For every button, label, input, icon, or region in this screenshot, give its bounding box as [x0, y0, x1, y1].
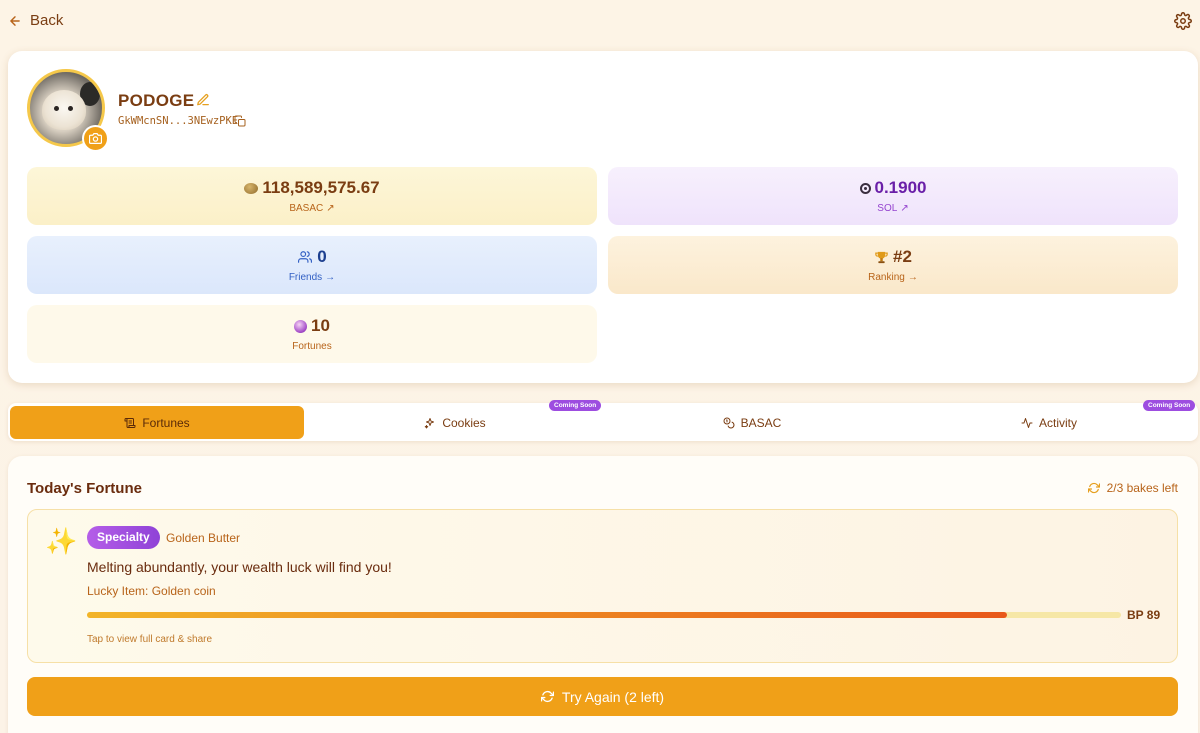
copy-icon[interactable] — [234, 115, 246, 127]
sparkles-icon — [425, 417, 435, 428]
avatar-container — [27, 69, 109, 152]
fortunes-value: 10 — [311, 316, 330, 335]
basac-value: 118,589,575.67 — [262, 178, 380, 197]
refresh-icon — [540, 690, 554, 703]
coming-soon-badge: Coming Soon — [1143, 400, 1196, 411]
section-title: Today's Fortune — [27, 480, 142, 497]
sol-value: 0.1900 — [874, 178, 927, 197]
gear-icon[interactable] — [1174, 12, 1192, 30]
tab-fortunes[interactable]: Fortunes — [10, 406, 304, 439]
fortune-card[interactable]: ✨ Specialty Golden Butter Melting abunda… — [27, 509, 1178, 663]
coins-icon — [723, 417, 735, 428]
friends-label: Friends — [288, 272, 323, 283]
ranking-label: Ranking — [868, 272, 905, 283]
top-bar: Back — [0, 0, 1200, 42]
tab-label: Fortunes — [142, 415, 190, 430]
friends-card[interactable]: 0 Friends → — [27, 236, 597, 294]
sparkle-icon: ✨ — [45, 526, 78, 556]
tab-bar: Fortunes Cookies BASAC Activity Coming S… — [8, 400, 1198, 441]
wallet-address: GkWMcnSN...3NEwzPKE — [118, 115, 239, 127]
bp-progress-fill — [87, 612, 1008, 618]
back-label: Back — [30, 12, 64, 29]
tab-basac[interactable]: BASAC — [605, 406, 899, 439]
fortunes-count-card: 10 Fortunes — [27, 305, 597, 363]
external-link-icon: ↗ — [326, 203, 335, 214]
sol-balance-card[interactable]: 0.1900 SOL ↗ — [608, 167, 1178, 225]
arrow-right-icon: → — [325, 272, 336, 283]
basac-label: BASAC — [289, 203, 324, 214]
arrow-right-icon: → — [907, 272, 918, 283]
rarity-badge: Specialty — [87, 526, 160, 549]
try-again-label: Try Again (2 left) — [561, 688, 665, 705]
basac-coin-icon — [244, 182, 259, 194]
bp-progress-bar — [87, 612, 1121, 618]
ranking-value: #2 — [893, 247, 912, 266]
users-icon — [298, 251, 313, 263]
username: PODOGE — [118, 91, 195, 110]
external-link-icon: ↗ — [900, 203, 909, 214]
fortune-section: Today's Fortune 2/3 bakes left ✨ Special… — [8, 456, 1198, 733]
crystal-ball-icon — [294, 319, 308, 333]
sol-coin-icon — [859, 182, 871, 194]
activity-icon — [1021, 417, 1033, 428]
tab-label: BASAC — [740, 415, 782, 430]
change-avatar-button[interactable] — [82, 125, 109, 152]
fortune-message: Melting abundantly, your wealth luck wil… — [87, 559, 392, 575]
bakes-left-text: 2/3 bakes left — [1106, 481, 1178, 495]
refresh-icon — [1087, 482, 1100, 494]
camera-icon — [89, 133, 102, 144]
bakes-left-indicator: 2/3 bakes left — [1087, 481, 1178, 495]
lucky-item: Lucky Item: Golden coin — [87, 584, 216, 598]
basac-balance-card[interactable]: 118,589,575.67 BASAC ↗ — [27, 167, 597, 225]
tab-label: Cookies — [442, 415, 486, 430]
arrow-left-icon — [10, 15, 20, 26]
trophy-icon — [875, 251, 888, 263]
pencil-icon[interactable] — [196, 93, 210, 107]
coming-soon-badge: Coming Soon — [549, 400, 602, 411]
friends-value: 0 — [317, 247, 327, 266]
sol-label: SOL — [877, 203, 898, 214]
profile-card: PODOGE GkWMcnSN...3NEwzPKE 118,589,575.6… — [8, 51, 1198, 383]
tap-hint: Tap to view full card & share — [87, 634, 213, 645]
ranking-card[interactable]: #2 Ranking → — [608, 236, 1178, 294]
try-again-button[interactable]: Try Again (2 left) — [27, 677, 1178, 716]
fortunes-label: Fortunes — [292, 341, 332, 352]
cookie-flavor: Golden Butter — [166, 531, 241, 545]
scroll-icon — [124, 417, 136, 428]
bp-value: BP 89 — [1127, 608, 1161, 622]
tab-label: Activity — [1038, 415, 1077, 430]
back-button[interactable]: Back — [8, 12, 63, 29]
